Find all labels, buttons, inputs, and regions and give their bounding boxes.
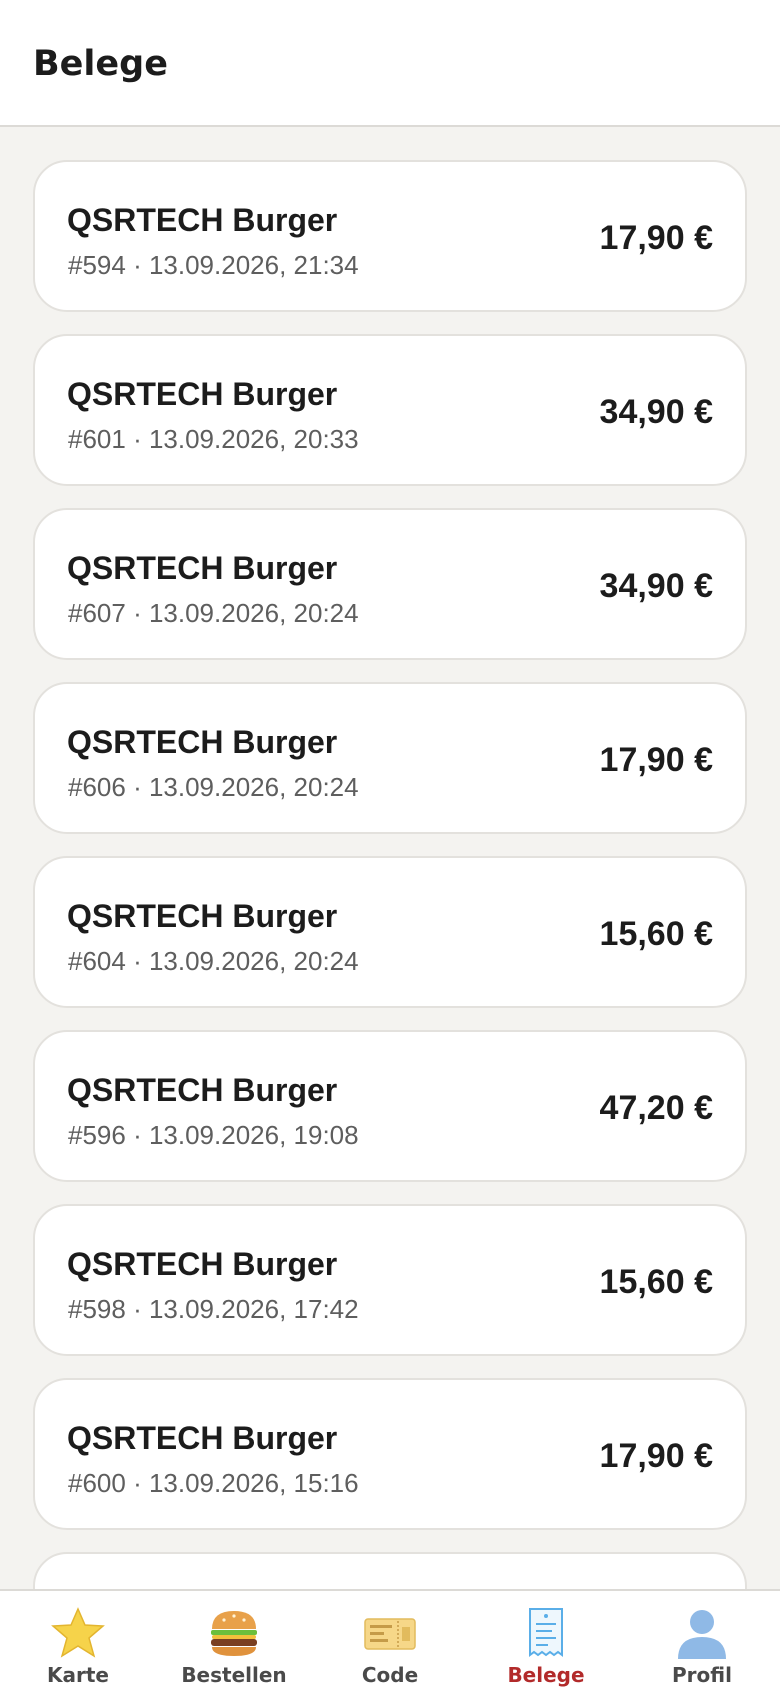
receipt-title: QSRTECH Burger [67, 550, 338, 586]
receipt-card[interactable]: QSRTECH Burger #601 · 13.09.2026, 20:33 … [33, 334, 747, 486]
receipt-card[interactable]: QSRTECH Burger #596 · 13.09.2026, 19:08 … [33, 1030, 747, 1182]
header: Belege [0, 0, 780, 127]
receipt-list: QSRTECH Burger #594 · 13.09.2026, 21:34 … [33, 160, 747, 1688]
receipt-amount: 17,90 € [599, 1437, 713, 1475]
tab-karte[interactable]: Karte [0, 1591, 156, 1688]
tab-profil[interactable]: Profil [624, 1591, 780, 1688]
receipt-amount: 17,90 € [599, 741, 713, 779]
receipt-meta: #604 · 13.09.2026, 20:24 [68, 946, 359, 976]
ticket-icon [364, 1618, 416, 1650]
receipt-amount: 47,20 € [599, 1089, 713, 1127]
receipt-title: QSRTECH Burger [67, 202, 338, 238]
receipt-title: QSRTECH Burger [67, 898, 338, 934]
receipt-meta: #600 · 13.09.2026, 15:16 [68, 1468, 359, 1498]
page-title: Belege [33, 44, 168, 84]
receipt-card[interactable]: QSRTECH Burger #606 · 13.09.2026, 20:24 … [33, 682, 747, 834]
receipt-title: QSRTECH Burger [67, 1420, 338, 1456]
receipt-meta: #607 · 13.09.2026, 20:24 [68, 598, 359, 628]
receipt-meta: #606 · 13.09.2026, 20:24 [68, 772, 359, 802]
receipt-card[interactable]: QSRTECH Burger #604 · 13.09.2026, 20:24 … [33, 856, 747, 1008]
receipt-amount: 34,90 € [599, 393, 713, 431]
burger-icon [211, 1611, 257, 1656]
receipt-card[interactable]: QSRTECH Burger #607 · 13.09.2026, 20:24 … [33, 508, 747, 660]
receipt-amount: 17,90 € [599, 219, 713, 257]
receipt-meta: #601 · 13.09.2026, 20:33 [68, 424, 359, 454]
receipt-title: QSRTECH Burger [67, 376, 338, 412]
receipt-amount: 15,60 € [599, 915, 713, 953]
receipt-title: QSRTECH Burger [67, 724, 338, 760]
receipt-icon [529, 1608, 563, 1657]
app-root: Belege QSRTECH Burger #594 · 13.09.2026,… [0, 0, 780, 1688]
receipt-amount: 15,60 € [599, 1263, 713, 1301]
receipt-meta: #594 · 13.09.2026, 21:34 [68, 250, 359, 280]
receipt-card[interactable]: QSRTECH Burger #598 · 13.09.2026, 17:42 … [33, 1204, 747, 1356]
tab-label: Bestellen [181, 1663, 287, 1687]
receipt-meta: #596 · 13.09.2026, 19:08 [68, 1120, 359, 1150]
tab-label: Belege [507, 1663, 585, 1687]
receipt-card[interactable]: QSRTECH Burger #594 · 13.09.2026, 21:34 … [33, 160, 747, 312]
tab-label: Profil [672, 1663, 732, 1687]
receipt-meta: #598 · 13.09.2026, 17:42 [68, 1294, 359, 1324]
tab-label: Karte [47, 1663, 109, 1687]
person-icon [678, 1610, 726, 1659]
tab-code[interactable]: Code [312, 1591, 468, 1688]
receipt-title: QSRTECH Burger [67, 1072, 338, 1108]
receipt-title: QSRTECH Burger [67, 1246, 338, 1282]
star-icon [51, 1607, 105, 1658]
tab-label: Code [361, 1663, 419, 1687]
receipt-card[interactable]: QSRTECH Burger #600 · 13.09.2026, 15:16 … [33, 1378, 747, 1530]
receipt-amount: 34,90 € [599, 567, 713, 605]
bottom-tab-bar: Karte Bestellen Code Belege Profil [0, 1589, 780, 1688]
tab-belege[interactable]: Belege [468, 1591, 624, 1688]
tab-bestellen[interactable]: Bestellen [156, 1591, 312, 1688]
